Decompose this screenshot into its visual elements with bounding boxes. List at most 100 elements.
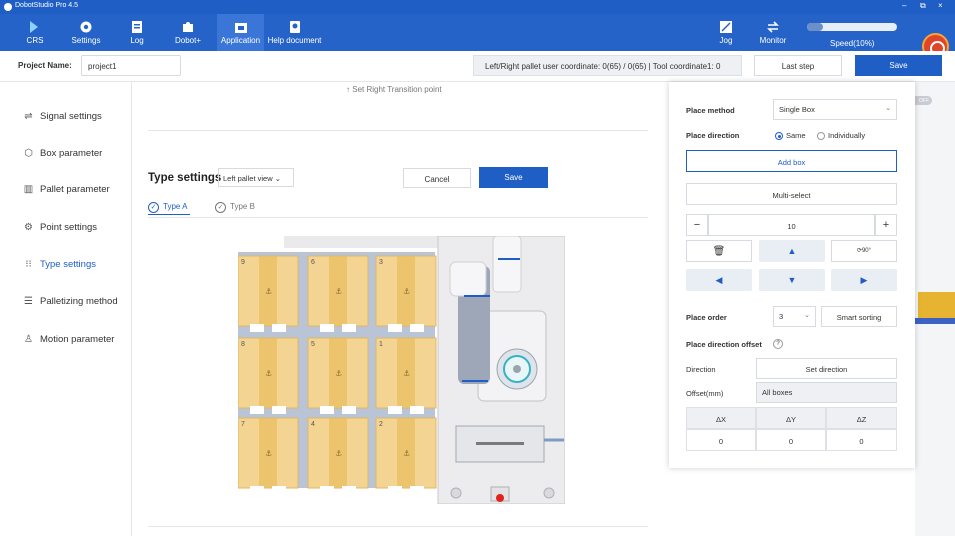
help-icon[interactable]: ?: [773, 339, 783, 349]
offset-dx-input[interactable]: 0: [686, 429, 756, 451]
speed-slider-knob[interactable]: [807, 23, 823, 31]
sidebar-item-palletizing-method[interactable]: ☰ Palletizing method: [22, 294, 118, 308]
anchor-icon: ⚓: [403, 449, 410, 458]
increment-button[interactable]: +: [875, 214, 897, 236]
stack-icon: ☰: [24, 295, 33, 307]
toolbar-log[interactable]: Log: [126, 14, 148, 51]
toolbar-help[interactable]: Help document: [267, 14, 322, 51]
radio-same[interactable]: Same: [775, 131, 806, 141]
restore-icon[interactable]: ⧉: [920, 1, 926, 11]
close-icon[interactable]: ×: [938, 1, 943, 10]
transfer-icon: [767, 21, 779, 33]
sidebar-item-pallet-parameter[interactable]: ▥ Pallet parameter: [22, 182, 110, 196]
radio-individually[interactable]: Individually: [817, 131, 866, 141]
toolbar-monitor[interactable]: Monitor: [757, 14, 789, 51]
project-name-label: Project Name:: [18, 61, 72, 70]
radio-individually-label: Individually: [828, 131, 866, 140]
main-toolbar: CRS Settings Log Dobot+ Application Help…: [0, 14, 955, 60]
box-label: [342, 406, 356, 414]
controller-slot: [476, 442, 524, 445]
pallet-view-select[interactable]: Left pallet view ⌄: [218, 168, 294, 187]
box-number: 7: [241, 421, 245, 428]
toolbar-help-label: Help document: [267, 36, 322, 45]
sidebar-item-label: Signal settings: [40, 110, 102, 122]
sidebar-item-point-settings[interactable]: ⚙ Point settings: [22, 220, 97, 234]
place-order-select[interactable]: 3 ⌄: [773, 306, 816, 327]
toolbar-crs-label: CRS: [26, 36, 44, 45]
move-left-button[interactable]: ◀: [686, 269, 752, 291]
smart-sorting-button[interactable]: Smart sorting: [821, 306, 897, 327]
box-label: [410, 324, 424, 332]
cancel-button[interactable]: Cancel: [403, 168, 471, 188]
divider: [148, 217, 648, 218]
sidebar-item-motion-parameter[interactable]: ♙ Motion parameter: [22, 332, 114, 346]
decrement-button[interactable]: −: [686, 214, 708, 236]
set-direction-button[interactable]: Set direction: [756, 358, 897, 379]
check-circle-icon: ✓: [215, 202, 226, 213]
minimize-icon[interactable]: –: [902, 1, 906, 10]
pallet-layout-view[interactable]: 9 ⚓ 6 ⚓ 3 ⚓ 8 ⚓ 5 ⚓ 1 ⚓ 7 ⚓ 4 ⚓ 2 ⚓: [238, 236, 565, 504]
move-up-button[interactable]: ▲: [759, 240, 825, 262]
title-bar: DobotStudio Pro 4.5 – ⧉ ×: [0, 0, 955, 14]
place-settings-panel: Place method Single Box ⌄ Place direction…: [669, 82, 915, 468]
toolbar-jog[interactable]: Jog: [715, 14, 737, 51]
sidebar: ⇌ Signal settings ⬡ Box parameter ▥ Pallet …: [0, 82, 132, 536]
anchor-icon: ⚓: [403, 369, 410, 378]
box-icon: ⬡: [24, 147, 33, 159]
offset-label: Offset(mm): [686, 389, 724, 398]
delete-box-button[interactable]: 🗑: [686, 240, 752, 262]
anchor-icon: ⚓: [265, 287, 272, 296]
multi-select-button[interactable]: Multi-select: [686, 183, 897, 205]
box-label: [320, 486, 334, 494]
last-step-button[interactable]: Last step: [754, 55, 842, 76]
toolbar-crs[interactable]: CRS: [22, 14, 48, 51]
arrow-down-icon: ▼: [787, 275, 797, 285]
3d-view-background: [915, 82, 955, 536]
speed-slider[interactable]: [807, 23, 897, 31]
offset-dz-input[interactable]: 0: [826, 429, 897, 451]
place-method-select[interactable]: Single Box ⌄: [773, 99, 897, 120]
type-save-button[interactable]: Save: [479, 167, 548, 188]
robot-arm-upper: [492, 236, 522, 293]
box-number: 3: [379, 259, 383, 266]
anchor-icon: ⚓: [403, 287, 410, 296]
project-name-input[interactable]: project1: [81, 55, 181, 76]
toolbar-dobot-plus[interactable]: Dobot+: [172, 14, 204, 51]
application-icon: [234, 23, 247, 33]
sidebar-item-label: Motion parameter: [40, 333, 115, 345]
project-bar: Project Name: project1 Left/Right pallet…: [0, 51, 955, 82]
box-label: [410, 406, 424, 414]
anchor-icon: ⚓: [265, 369, 272, 378]
arrow-up-icon: ▲: [787, 246, 797, 256]
tab-type-b[interactable]: ✓ Type B: [215, 202, 255, 213]
speed-label: Speed(10%): [830, 39, 875, 48]
box-label: [342, 486, 356, 494]
anchor-icon: ⚓: [265, 449, 272, 458]
sidebar-item-signal-settings[interactable]: ⇌ Signal settings: [22, 109, 102, 123]
box-label: [320, 406, 334, 414]
move-right-button[interactable]: ▶: [831, 269, 897, 291]
move-down-button[interactable]: ▼: [759, 269, 825, 291]
add-box-button[interactable]: Add box: [686, 150, 897, 172]
save-button[interactable]: Save: [855, 55, 942, 76]
box-number: 1: [379, 341, 383, 348]
pallet-view-value: Left pallet view: [223, 174, 273, 183]
toolbar-application[interactable]: Application: [217, 14, 264, 51]
radio-icon: [775, 132, 783, 141]
box-label: [272, 324, 286, 332]
box-number: 8: [241, 341, 245, 348]
sidebar-item-type-settings[interactable]: ⁝⁝ Type settings: [22, 257, 96, 271]
toolbar-dobot-plus-label: Dobot+: [174, 36, 202, 45]
rotate-90-button[interactable]: ⟳90°: [831, 240, 897, 262]
sidebar-item-box-parameter[interactable]: ⬡ Box parameter: [22, 146, 102, 160]
tab-type-b-label: Type B: [230, 202, 255, 211]
tab-type-a[interactable]: ✓ Type A: [148, 202, 190, 215]
robot-elbow: [449, 261, 487, 297]
offset-target-select[interactable]: All boxes: [756, 382, 897, 403]
toolbar-settings[interactable]: Settings: [70, 14, 102, 51]
step-value-input[interactable]: 10: [708, 214, 875, 236]
sidebar-item-label: Pallet parameter: [40, 183, 110, 195]
box-number: 5: [311, 341, 315, 348]
offset-dy-input[interactable]: 0: [756, 429, 826, 451]
divider: [148, 526, 648, 527]
